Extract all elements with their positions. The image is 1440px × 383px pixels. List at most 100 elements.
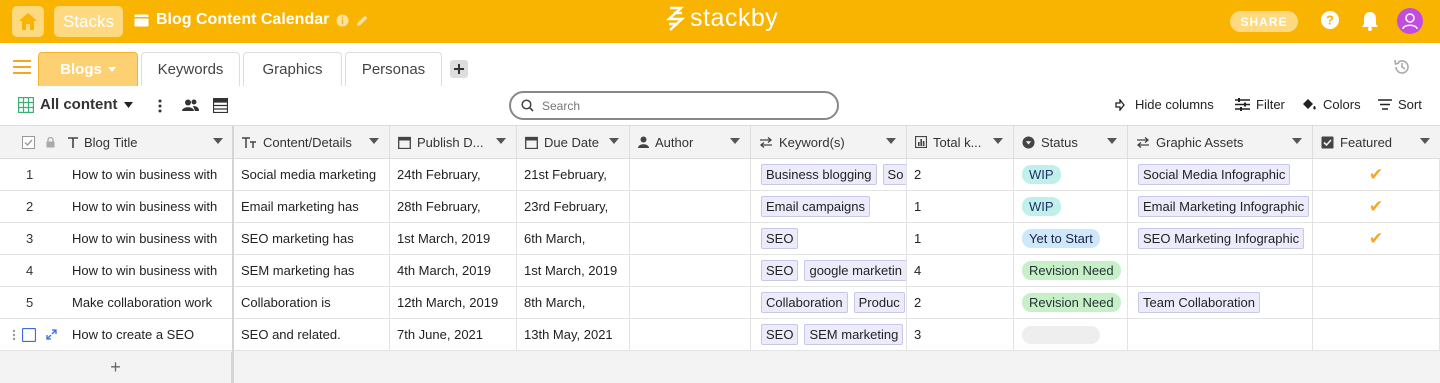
cell-due[interactable]: 8th March, bbox=[517, 287, 630, 319]
cell-content[interactable]: SEM marketing has bbox=[234, 255, 390, 287]
column-header-featured[interactable]: Featured bbox=[1313, 126, 1440, 159]
keyword-tag[interactable]: Collaboration bbox=[761, 292, 848, 313]
tab-personas[interactable]: Personas bbox=[345, 52, 442, 86]
help-icon[interactable]: ? bbox=[1320, 10, 1340, 30]
cell-author[interactable] bbox=[630, 159, 751, 191]
row-number[interactable]: 3 bbox=[0, 223, 60, 255]
cell-publish[interactable]: 12th March, 2019 bbox=[390, 287, 517, 319]
keyword-tag[interactable]: So bbox=[882, 164, 906, 185]
cell-keywords[interactable]: Business blogging So bbox=[751, 159, 907, 191]
row-number[interactable]: 4 bbox=[0, 255, 60, 287]
cell-status[interactable] bbox=[1014, 319, 1128, 351]
sort-button[interactable]: Sort bbox=[1378, 97, 1422, 112]
cell-blog-title[interactable]: How to win business with bbox=[60, 223, 233, 255]
column-header-author[interactable]: Author bbox=[630, 126, 751, 159]
keyword-tag[interactable]: SEO bbox=[761, 228, 799, 249]
table-row[interactable]: 5 Make collaboration work Collaboration is… bbox=[0, 287, 1440, 319]
cell-total[interactable]: 1 bbox=[907, 191, 1014, 223]
column-header-keywords[interactable]: Keyword(s) bbox=[751, 126, 907, 159]
cell-total[interactable]: 2 bbox=[907, 159, 1014, 191]
cell-keywords[interactable]: SEO google marketin bbox=[751, 255, 907, 287]
featured-check-icon[interactable]: ✔ bbox=[1369, 229, 1383, 249]
cell-featured[interactable]: ✔ bbox=[1313, 159, 1440, 191]
cell-content[interactable]: Collaboration is bbox=[234, 287, 390, 319]
column-header-publish-date[interactable]: Publish D... bbox=[390, 126, 517, 159]
table-row[interactable]: 1 How to win business with Social media ma… bbox=[0, 159, 1440, 191]
cell-due[interactable]: 13th May, 2021 bbox=[517, 319, 630, 351]
cell-status[interactable]: Yet to Start bbox=[1014, 223, 1128, 255]
select-all-checkbox[interactable] bbox=[22, 135, 35, 149]
cell-author[interactable] bbox=[630, 287, 751, 319]
cell-status[interactable]: WIP bbox=[1014, 159, 1128, 191]
cell-featured[interactable] bbox=[1313, 287, 1440, 319]
cell-author[interactable] bbox=[630, 319, 751, 351]
edit-icon[interactable] bbox=[356, 14, 369, 27]
drag-handle-icon[interactable] bbox=[12, 329, 16, 341]
cell-due[interactable]: 1st March, 2019 bbox=[517, 255, 630, 287]
row-number[interactable] bbox=[0, 319, 60, 351]
tab-graphics[interactable]: Graphics bbox=[243, 52, 342, 86]
cell-total[interactable]: 4 bbox=[907, 255, 1014, 287]
cell-graphic[interactable]: Team Collaboration bbox=[1128, 287, 1313, 319]
column-header-due-date[interactable]: Due Date bbox=[517, 126, 630, 159]
cell-featured[interactable]: ✔ bbox=[1313, 191, 1440, 223]
column-header-total-keywords[interactable]: Total k... bbox=[907, 126, 1014, 159]
history-icon[interactable] bbox=[1393, 58, 1411, 76]
row-number[interactable]: 2 bbox=[0, 191, 60, 223]
home-button[interactable] bbox=[12, 6, 44, 37]
menu-icon[interactable] bbox=[13, 60, 31, 74]
cell-graphic[interactable] bbox=[1128, 319, 1313, 351]
cell-status[interactable]: Revision Need bbox=[1014, 255, 1128, 287]
featured-check-icon[interactable]: ✔ bbox=[1369, 165, 1383, 185]
cell-featured[interactable] bbox=[1313, 319, 1440, 351]
share-button[interactable]: SHARE bbox=[1230, 11, 1298, 32]
tab-keywords[interactable]: Keywords bbox=[141, 52, 240, 86]
collaborators-icon[interactable] bbox=[182, 99, 199, 111]
info-icon[interactable] bbox=[336, 14, 349, 27]
add-row-button[interactable]: + bbox=[0, 352, 233, 383]
table-row[interactable]: How to create a SEO SEO and related. 7th J… bbox=[0, 319, 1440, 351]
featured-check-icon[interactable]: ✔ bbox=[1369, 197, 1383, 217]
cell-graphic[interactable]: SEO Marketing Infographic bbox=[1128, 223, 1313, 255]
graphic-asset-tag[interactable]: SEO Marketing Infographic bbox=[1138, 228, 1305, 249]
column-header-blog-title[interactable]: Blog Title bbox=[60, 126, 233, 159]
cell-blog-title[interactable]: Make collaboration work bbox=[60, 287, 233, 319]
keyword-tag[interactable]: SEM marketing bbox=[804, 324, 904, 345]
cell-keywords[interactable]: Email campaigns bbox=[751, 191, 907, 223]
keyword-tag[interactable]: Business blogging bbox=[761, 164, 877, 185]
table-row[interactable]: 2 How to win business with Email marketing… bbox=[0, 191, 1440, 223]
cell-publish[interactable]: 1st March, 2019 bbox=[390, 223, 517, 255]
cell-due[interactable]: 23rd February, bbox=[517, 191, 630, 223]
cell-blog-title[interactable]: How to win business with bbox=[60, 191, 233, 223]
keyword-tag[interactable]: SEO bbox=[761, 324, 799, 345]
cell-content[interactable]: Email marketing has bbox=[234, 191, 390, 223]
colors-button[interactable]: Colors bbox=[1302, 97, 1361, 112]
keyword-tag[interactable]: Email campaigns bbox=[761, 196, 870, 217]
cell-author[interactable] bbox=[630, 255, 751, 287]
cell-featured[interactable]: ✔ bbox=[1313, 223, 1440, 255]
keyword-tag[interactable]: SEO bbox=[761, 260, 799, 281]
stacks-button[interactable]: Stacks bbox=[54, 6, 124, 37]
cell-status[interactable]: WIP bbox=[1014, 191, 1128, 223]
cell-graphic[interactable]: Social Media Infographic bbox=[1128, 159, 1313, 191]
column-header-status[interactable]: Status bbox=[1014, 126, 1128, 159]
row-number[interactable]: 1 bbox=[0, 159, 60, 191]
hide-columns-button[interactable]: Hide columns bbox=[1115, 97, 1214, 112]
cell-content[interactable]: SEO and related. bbox=[234, 319, 390, 351]
search-box[interactable]: Search bbox=[509, 91, 839, 120]
cell-keywords[interactable]: SEO SEM marketing bbox=[751, 319, 907, 351]
table-row[interactable]: 4 How to win business with SEM marketing h… bbox=[0, 255, 1440, 287]
cell-content[interactable]: Social media marketing bbox=[234, 159, 390, 191]
frozen-column-divider[interactable] bbox=[232, 126, 234, 383]
graphic-asset-tag[interactable]: Email Marketing Infographic bbox=[1138, 196, 1310, 217]
more-options-icon[interactable] bbox=[158, 99, 162, 113]
search-input[interactable]: Search bbox=[542, 99, 580, 113]
cell-blog-title[interactable]: How to win business with bbox=[60, 255, 233, 287]
cell-featured[interactable] bbox=[1313, 255, 1440, 287]
view-selector[interactable]: All content bbox=[18, 96, 133, 113]
cell-total[interactable]: 2 bbox=[907, 287, 1014, 319]
keyword-tag[interactable]: google marketin bbox=[804, 260, 906, 281]
graphic-asset-tag[interactable]: Team Collaboration bbox=[1138, 292, 1261, 313]
cell-graphic[interactable] bbox=[1128, 255, 1313, 287]
cell-publish[interactable]: 28th February, bbox=[390, 191, 517, 223]
